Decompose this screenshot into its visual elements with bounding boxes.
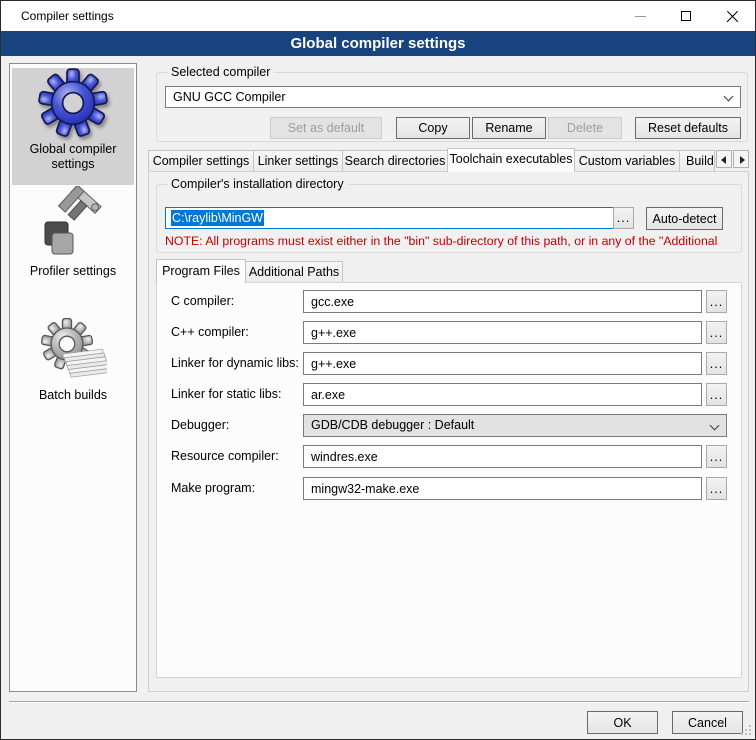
- titlebar: Compiler settings: [1, 1, 755, 31]
- sidebar-item-label: Batch builds: [20, 388, 126, 403]
- program-files-tabs: Program Files Additional Paths: [156, 259, 456, 282]
- installation-directory-group-label: Compiler's installation directory: [167, 177, 348, 191]
- make-program-label: Make program:: [171, 477, 255, 500]
- browse-directory-button[interactable]: ...: [613, 207, 634, 229]
- tab-linker-settings[interactable]: Linker settings: [253, 150, 343, 171]
- note-text: NOTE: All programs must exist either in …: [165, 234, 737, 248]
- sidebar-item-label: Global compiler settings: [20, 142, 126, 172]
- scroll-left-icon: [721, 156, 726, 164]
- selected-compiler-group-label: Selected compiler: [167, 65, 274, 79]
- compiler-select[interactable]: GNU GCC Compiler: [165, 86, 741, 108]
- browse-static-linker-button[interactable]: ...: [706, 383, 727, 406]
- browse-resource-compiler-button[interactable]: ...: [706, 445, 727, 468]
- footer-divider: [9, 701, 749, 703]
- browse-cpp-compiler-button[interactable]: ...: [706, 321, 727, 344]
- rename-button[interactable]: Rename: [472, 117, 546, 139]
- cancel-button[interactable]: Cancel: [672, 711, 743, 734]
- c-compiler-label: C compiler:: [171, 290, 234, 313]
- tabs-scroll-left-button[interactable]: [716, 150, 732, 168]
- reset-defaults-button[interactable]: Reset defaults: [635, 117, 741, 139]
- set-as-default-button[interactable]: Set as default: [270, 117, 382, 139]
- sidebar-item-batch-builds[interactable]: Batch builds: [12, 318, 134, 418]
- close-icon: [726, 10, 739, 23]
- installation-directory-input[interactable]: C:\raylib\MinGW: [165, 207, 615, 229]
- chevron-down-icon: [710, 421, 720, 431]
- debugger-label: Debugger:: [171, 414, 229, 437]
- static-linker-input[interactable]: [303, 383, 702, 406]
- resource-compiler-label: Resource compiler:: [171, 445, 279, 468]
- scroll-right-icon: [740, 156, 745, 164]
- tab-toolchain-executables[interactable]: Toolchain executables: [447, 148, 575, 172]
- ok-button[interactable]: OK: [587, 711, 658, 734]
- chevron-down-icon: [724, 92, 734, 102]
- sidebar: Global compiler settings Profiler settin…: [9, 63, 137, 692]
- maximize-icon: [681, 11, 691, 21]
- browse-make-program-button[interactable]: ...: [706, 477, 727, 500]
- tab-build-options[interactable]: Build options: [679, 150, 715, 171]
- c-compiler-input[interactable]: [303, 290, 702, 313]
- compiler-settings-dialog: Compiler settings Global compiler settin…: [0, 0, 756, 740]
- maximize-button[interactable]: [663, 1, 709, 31]
- dynamic-linker-label: Linker for dynamic libs:: [171, 352, 299, 375]
- tab-custom-variables[interactable]: Custom variables: [574, 150, 680, 171]
- sidebar-item-global-compiler-settings[interactable]: Global compiler settings: [12, 68, 134, 185]
- static-linker-label: Linker for static libs:: [171, 383, 281, 406]
- installation-directory-group: Compiler's installation directory C:\ray…: [156, 184, 742, 253]
- selected-compiler-group: Selected compiler GNU GCC Compiler Set a…: [156, 72, 748, 142]
- minimize-button[interactable]: [617, 1, 663, 31]
- resize-grip[interactable]: [741, 733, 743, 735]
- resource-compiler-input[interactable]: [303, 445, 702, 468]
- close-button[interactable]: [709, 1, 755, 31]
- tab-compiler-settings[interactable]: Compiler settings: [148, 150, 254, 171]
- delete-button[interactable]: Delete: [548, 117, 622, 139]
- tab-search-directories[interactable]: Search directories: [342, 150, 448, 171]
- make-program-input[interactable]: [303, 477, 702, 500]
- browse-c-compiler-button[interactable]: ...: [706, 290, 727, 313]
- copy-button[interactable]: Copy: [396, 117, 470, 139]
- dynamic-linker-input[interactable]: [303, 352, 702, 375]
- autodetect-button[interactable]: Auto-detect: [646, 207, 723, 230]
- window-title: Compiler settings: [21, 1, 114, 31]
- cpp-compiler-label: C++ compiler:: [171, 321, 249, 344]
- caliper-icon: [37, 186, 109, 260]
- compiler-select-value: GNU GCC Compiler: [173, 87, 286, 107]
- debugger-select[interactable]: GDB/CDB debugger : Default: [303, 414, 727, 437]
- installation-directory-value: C:\raylib\MinGW: [171, 210, 264, 226]
- tab-program-files[interactable]: Program Files: [156, 259, 246, 283]
- tab-additional-paths[interactable]: Additional Paths: [245, 261, 343, 282]
- batch-builds-icon: [39, 318, 107, 384]
- sidebar-item-profiler-settings[interactable]: Profiler settings: [12, 186, 134, 290]
- tabs-scroll-right-button[interactable]: [733, 150, 749, 168]
- gear-icon: [38, 68, 108, 138]
- minimize-icon: [635, 16, 646, 17]
- debugger-select-value: GDB/CDB debugger : Default: [311, 415, 474, 436]
- browse-dynamic-linker-button[interactable]: ...: [706, 352, 727, 375]
- dialog-header: Global compiler settings: [1, 31, 755, 56]
- cpp-compiler-input[interactable]: [303, 321, 702, 344]
- main-tabs: Compiler settings Linker settings Search…: [148, 148, 749, 171]
- sidebar-item-label: Profiler settings: [20, 264, 126, 279]
